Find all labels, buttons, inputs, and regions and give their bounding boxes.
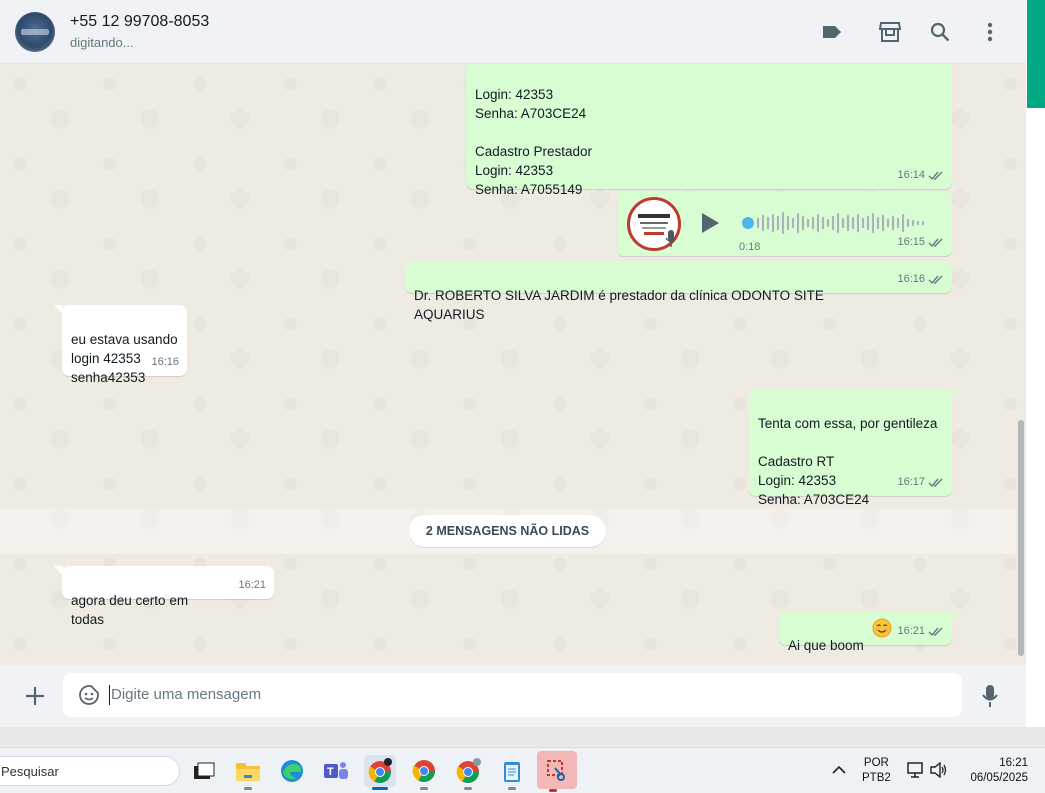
attach-plus-icon[interactable] bbox=[24, 685, 46, 707]
audio-message-bubble[interactable]: 0:18 16:15 bbox=[617, 192, 952, 256]
read-ticks-icon bbox=[928, 275, 943, 285]
message-composer: Digite uma mensagem bbox=[0, 665, 1026, 727]
message-text: Login: 42353 Senha: A703CE24 Cadastro Pr… bbox=[475, 87, 593, 197]
read-ticks-icon bbox=[928, 478, 943, 488]
chrome-profile-icon[interactable] bbox=[452, 755, 484, 790]
window-bottom-border bbox=[0, 727, 1045, 747]
message-bubble[interactable]: Tenta com essa, por gentileza Cadastro R… bbox=[749, 389, 960, 507]
contact-name[interactable]: +55 12 99708-8053 bbox=[70, 13, 209, 31]
chrome-icon[interactable] bbox=[408, 755, 440, 790]
store-catalog-icon[interactable] bbox=[875, 17, 905, 47]
message-time: 16:21 bbox=[238, 579, 266, 591]
emoji-sticker-icon[interactable] bbox=[78, 684, 100, 706]
message-input[interactable]: Digite uma mensagem bbox=[63, 673, 962, 717]
message-text: Dr. ROBERTO SILVA JARDIM é prestador da … bbox=[414, 288, 824, 322]
message-bubble[interactable]: eu estava usando login 42353 senha42353 … bbox=[54, 305, 187, 385]
chrome-whatsapp-window-icon[interactable] bbox=[364, 755, 396, 790]
task-view-icon[interactable] bbox=[188, 755, 220, 787]
clock-time: 16:21 bbox=[999, 757, 1028, 769]
microphone-record-icon[interactable] bbox=[981, 684, 999, 708]
chat-header[interactable]: +55 12 99708-8053 digitando... bbox=[0, 0, 1026, 64]
message-bubble[interactable]: Ai que boom 16:21 bbox=[779, 611, 960, 653]
message-text: Tenta com essa, por gentileza Cadastro R… bbox=[758, 416, 938, 507]
edge-browser-icon[interactable] bbox=[276, 755, 308, 787]
message-text: Ai que boom bbox=[788, 638, 864, 653]
message-time: 16:16 bbox=[151, 356, 179, 368]
message-bubble[interactable]: Dr. ROBERTO SILVA JARDIM é prestador da … bbox=[405, 261, 952, 322]
audio-duration: 0:18 bbox=[739, 241, 761, 253]
microphone-icon bbox=[665, 230, 677, 247]
window-edge bbox=[1026, 0, 1045, 740]
network-icon[interactable] bbox=[907, 762, 925, 778]
menu-icon[interactable] bbox=[975, 17, 1005, 47]
message-list[interactable]: Login: 42353 Senha: A703CE24 Cadastro Pr… bbox=[0, 64, 1026, 665]
keyboard-layout: PTB2 bbox=[862, 772, 891, 784]
message-time: 16:15 bbox=[897, 236, 925, 248]
chat-scrollbar-thumb[interactable] bbox=[1018, 420, 1024, 656]
message-bubble[interactable]: agora deu certo em todas 16:21 bbox=[54, 566, 274, 627]
contact-avatar[interactable] bbox=[15, 12, 55, 52]
smiling-face-emoji-icon bbox=[872, 618, 892, 638]
notepad-icon[interactable] bbox=[496, 755, 528, 790]
show-hidden-icons-chevron-icon[interactable] bbox=[832, 765, 846, 775]
volume-icon[interactable] bbox=[930, 762, 948, 778]
input-language-indicator[interactable]: POR PTB2 bbox=[862, 756, 891, 786]
contact-typing-status: digitando... bbox=[70, 35, 134, 50]
clock-date: 06/05/2025 bbox=[970, 772, 1028, 784]
unread-messages-divider: 2 MENSAGENS NÃO LIDAS bbox=[409, 515, 606, 547]
text-caret bbox=[109, 685, 110, 705]
snipping-tool-icon[interactable] bbox=[537, 751, 577, 792]
taskbar-clock[interactable]: 16:21 06/05/2025 bbox=[962, 756, 1028, 786]
windows-taskbar: Pesquisar T POR PTB2 16:21 06/05/2025 bbox=[0, 747, 1045, 793]
message-time: 16:16 bbox=[897, 273, 925, 285]
message-bubble[interactable]: Login: 42353 Senha: A703CE24 Cadastro Pr… bbox=[466, 64, 952, 197]
search-icon[interactable] bbox=[925, 17, 955, 47]
read-ticks-icon bbox=[928, 238, 943, 248]
read-ticks-icon bbox=[928, 627, 943, 637]
taskbar-search-box[interactable]: Pesquisar bbox=[0, 756, 180, 786]
message-time: 16:14 bbox=[897, 169, 925, 181]
message-time: 16:17 bbox=[897, 476, 925, 488]
label-icon[interactable] bbox=[817, 17, 847, 47]
message-input-placeholder: Digite uma mensagem bbox=[111, 686, 262, 703]
message-time: 16:21 bbox=[897, 625, 925, 637]
language-code: POR bbox=[863, 757, 889, 769]
message-text: agora deu certo em todas bbox=[71, 593, 189, 627]
taskbar-search-placeholder: Pesquisar bbox=[1, 764, 59, 779]
file-explorer-icon[interactable] bbox=[232, 755, 264, 790]
play-icon[interactable] bbox=[699, 212, 721, 234]
app-accent-bar bbox=[1027, 0, 1045, 108]
teams-icon[interactable]: T bbox=[320, 755, 352, 787]
svg-text:T: T bbox=[327, 766, 334, 778]
read-ticks-icon bbox=[928, 171, 943, 181]
